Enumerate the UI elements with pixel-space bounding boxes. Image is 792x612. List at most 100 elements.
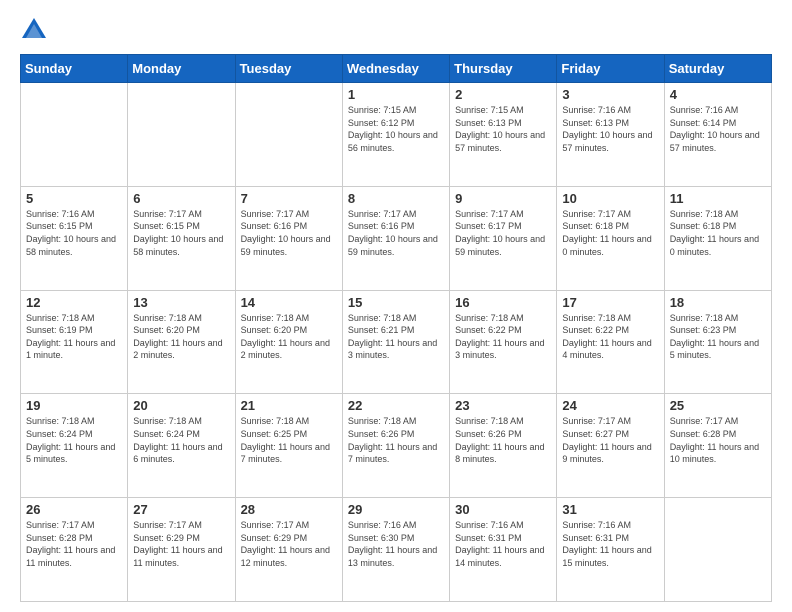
day-info: Sunrise: 7:16 AM Sunset: 6:13 PM Dayligh… (562, 104, 658, 154)
calendar-cell: 24Sunrise: 7:17 AM Sunset: 6:27 PM Dayli… (557, 394, 664, 498)
day-info: Sunrise: 7:18 AM Sunset: 6:22 PM Dayligh… (455, 312, 551, 362)
calendar-cell: 27Sunrise: 7:17 AM Sunset: 6:29 PM Dayli… (128, 498, 235, 602)
calendar-cell: 25 Sunrise: 7:17 AM Sunset: 6:28 PM Dayli… (664, 394, 771, 498)
day-number: 25 (670, 398, 766, 413)
calendar-cell: 28Sunrise: 7:17 AM Sunset: 6:29 PM Dayli… (235, 498, 342, 602)
calendar-cell: 22 Sunrise: 7:18 AM Sunset: 6:26 PM Dayli… (342, 394, 449, 498)
calendar-cell: 23 Sunrise: 7:18 AM Sunset: 6:26 PM Dayli… (450, 394, 557, 498)
day-header-wednesday: Wednesday (342, 55, 449, 83)
calendar-cell: 14 Sunrise: 7:18 AM Sunset: 6:20 PM Dayli… (235, 290, 342, 394)
day-number: 4 (670, 87, 766, 102)
calendar-header-row: SundayMondayTuesdayWednesdayThursdayFrid… (21, 55, 772, 83)
calendar-cell: 1Sunrise: 7:15 AM Sunset: 6:12 PM Daylig… (342, 83, 449, 187)
day-info: Sunrise: 7:18 AM Sunset: 6:26 PM Dayligh… (348, 415, 444, 465)
day-number: 9 (455, 191, 551, 206)
day-number: 12 (26, 295, 122, 310)
day-number: 13 (133, 295, 229, 310)
calendar-week-row: 19 Sunrise: 7:18 AM Sunset: 6:24 PM Dayli… (21, 394, 772, 498)
calendar-cell: 13 Sunrise: 7:18 AM Sunset: 6:20 PM Dayli… (128, 290, 235, 394)
day-info: Sunrise: 7:17 AM Sunset: 6:17 PM Dayligh… (455, 208, 551, 258)
day-number: 5 (26, 191, 122, 206)
day-number: 17 (562, 295, 658, 310)
day-number: 23 (455, 398, 551, 413)
day-info: Sunrise: 7:17 AM Sunset: 6:28 PM Dayligh… (26, 519, 122, 569)
day-info: Sunrise: 7:17 AM Sunset: 6:18 PM Dayligh… (562, 208, 658, 258)
logo-icon (20, 16, 48, 44)
day-number: 14 (241, 295, 337, 310)
day-info: Sunrise: 7:18 AM Sunset: 6:23 PM Dayligh… (670, 312, 766, 362)
day-header-friday: Friday (557, 55, 664, 83)
day-info: Sunrise: 7:18 AM Sunset: 6:21 PM Dayligh… (348, 312, 444, 362)
calendar-cell: 9 Sunrise: 7:17 AM Sunset: 6:17 PM Daylig… (450, 186, 557, 290)
calendar-cell: 26 Sunrise: 7:17 AM Sunset: 6:28 PM Dayli… (21, 498, 128, 602)
day-info: Sunrise: 7:18 AM Sunset: 6:24 PM Dayligh… (26, 415, 122, 465)
calendar-cell (128, 83, 235, 187)
day-info: Sunrise: 7:15 AM Sunset: 6:12 PM Dayligh… (348, 104, 444, 154)
header (20, 16, 772, 44)
calendar-cell: 31Sunrise: 7:16 AM Sunset: 6:31 PM Dayli… (557, 498, 664, 602)
day-number: 7 (241, 191, 337, 206)
day-number: 3 (562, 87, 658, 102)
calendar-cell: 11Sunrise: 7:18 AM Sunset: 6:18 PM Dayli… (664, 186, 771, 290)
calendar-cell: 30Sunrise: 7:16 AM Sunset: 6:31 PM Dayli… (450, 498, 557, 602)
day-number: 22 (348, 398, 444, 413)
day-info: Sunrise: 7:17 AM Sunset: 6:28 PM Dayligh… (670, 415, 766, 465)
day-number: 19 (26, 398, 122, 413)
calendar-cell: 15 Sunrise: 7:18 AM Sunset: 6:21 PM Dayli… (342, 290, 449, 394)
calendar-cell: 16 Sunrise: 7:18 AM Sunset: 6:22 PM Dayli… (450, 290, 557, 394)
day-number: 6 (133, 191, 229, 206)
day-number: 2 (455, 87, 551, 102)
day-number: 10 (562, 191, 658, 206)
day-info: Sunrise: 7:15 AM Sunset: 6:13 PM Dayligh… (455, 104, 551, 154)
calendar-week-row: 5 Sunrise: 7:16 AM Sunset: 6:15 PM Daylig… (21, 186, 772, 290)
calendar-cell: 6 Sunrise: 7:17 AM Sunset: 6:15 PM Daylig… (128, 186, 235, 290)
day-header-thursday: Thursday (450, 55, 557, 83)
calendar-cell: 2 Sunrise: 7:15 AM Sunset: 6:13 PM Daylig… (450, 83, 557, 187)
day-number: 21 (241, 398, 337, 413)
calendar-cell: 19 Sunrise: 7:18 AM Sunset: 6:24 PM Dayli… (21, 394, 128, 498)
day-info: Sunrise: 7:17 AM Sunset: 6:16 PM Dayligh… (348, 208, 444, 258)
day-info: Sunrise: 7:16 AM Sunset: 6:31 PM Dayligh… (562, 519, 658, 569)
calendar-cell: 29 Sunrise: 7:16 AM Sunset: 6:30 PM Dayli… (342, 498, 449, 602)
day-info: Sunrise: 7:16 AM Sunset: 6:31 PM Dayligh… (455, 519, 551, 569)
logo (20, 16, 52, 44)
day-info: Sunrise: 7:18 AM Sunset: 6:20 PM Dayligh… (241, 312, 337, 362)
day-info: Sunrise: 7:16 AM Sunset: 6:30 PM Dayligh… (348, 519, 444, 569)
day-header-saturday: Saturday (664, 55, 771, 83)
day-number: 24 (562, 398, 658, 413)
day-number: 26 (26, 502, 122, 517)
day-info: Sunrise: 7:17 AM Sunset: 6:29 PM Dayligh… (133, 519, 229, 569)
day-info: Sunrise: 7:16 AM Sunset: 6:15 PM Dayligh… (26, 208, 122, 258)
day-number: 11 (670, 191, 766, 206)
day-info: Sunrise: 7:17 AM Sunset: 6:29 PM Dayligh… (241, 519, 337, 569)
calendar-cell: 10 Sunrise: 7:17 AM Sunset: 6:18 PM Dayli… (557, 186, 664, 290)
day-info: Sunrise: 7:18 AM Sunset: 6:25 PM Dayligh… (241, 415, 337, 465)
calendar-cell: 18 Sunrise: 7:18 AM Sunset: 6:23 PM Dayli… (664, 290, 771, 394)
day-info: Sunrise: 7:16 AM Sunset: 6:14 PM Dayligh… (670, 104, 766, 154)
page: SundayMondayTuesdayWednesdayThursdayFrid… (0, 0, 792, 612)
day-info: Sunrise: 7:18 AM Sunset: 6:20 PM Dayligh… (133, 312, 229, 362)
calendar-cell: 17 Sunrise: 7:18 AM Sunset: 6:22 PM Dayli… (557, 290, 664, 394)
calendar-cell: 4 Sunrise: 7:16 AM Sunset: 6:14 PM Daylig… (664, 83, 771, 187)
calendar-cell: 3 Sunrise: 7:16 AM Sunset: 6:13 PM Daylig… (557, 83, 664, 187)
day-number: 15 (348, 295, 444, 310)
day-number: 18 (670, 295, 766, 310)
day-info: Sunrise: 7:18 AM Sunset: 6:24 PM Dayligh… (133, 415, 229, 465)
calendar-cell: 7 Sunrise: 7:17 AM Sunset: 6:16 PM Daylig… (235, 186, 342, 290)
calendar-cell: 21 Sunrise: 7:18 AM Sunset: 6:25 PM Dayli… (235, 394, 342, 498)
calendar-table: SundayMondayTuesdayWednesdayThursdayFrid… (20, 54, 772, 602)
calendar-cell (664, 498, 771, 602)
calendar-week-row: 1Sunrise: 7:15 AM Sunset: 6:12 PM Daylig… (21, 83, 772, 187)
calendar-cell (235, 83, 342, 187)
day-header-tuesday: Tuesday (235, 55, 342, 83)
calendar-week-row: 12Sunrise: 7:18 AM Sunset: 6:19 PM Dayli… (21, 290, 772, 394)
day-info: Sunrise: 7:18 AM Sunset: 6:26 PM Dayligh… (455, 415, 551, 465)
calendar-cell (21, 83, 128, 187)
day-info: Sunrise: 7:17 AM Sunset: 6:16 PM Dayligh… (241, 208, 337, 258)
day-info: Sunrise: 7:18 AM Sunset: 6:22 PM Dayligh… (562, 312, 658, 362)
day-number: 16 (455, 295, 551, 310)
calendar-cell: 12Sunrise: 7:18 AM Sunset: 6:19 PM Dayli… (21, 290, 128, 394)
day-info: Sunrise: 7:17 AM Sunset: 6:15 PM Dayligh… (133, 208, 229, 258)
day-number: 29 (348, 502, 444, 517)
calendar-cell: 20Sunrise: 7:18 AM Sunset: 6:24 PM Dayli… (128, 394, 235, 498)
